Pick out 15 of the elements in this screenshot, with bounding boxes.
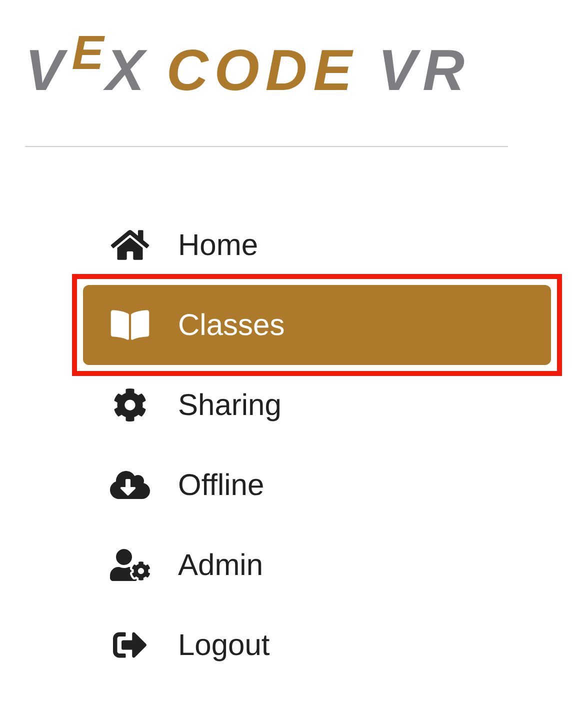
menu-item[interactable]: Home xyxy=(83,217,551,273)
book-icon xyxy=(110,308,150,342)
menu-item[interactable]: Admin xyxy=(83,537,551,593)
menu-item[interactable]: Offline xyxy=(83,457,551,513)
logo-text: E xyxy=(72,30,104,78)
logo-text: VR xyxy=(378,42,471,100)
user-gear-icon xyxy=(110,548,150,582)
logo-text: V xyxy=(25,42,70,100)
cloud-download-icon xyxy=(110,468,150,502)
menu-item[interactable]: Logout xyxy=(83,617,551,673)
logo-text: CODE xyxy=(166,42,358,100)
home-icon xyxy=(110,228,150,262)
menu-item[interactable]: Classes xyxy=(83,285,551,365)
logo-text: X xyxy=(106,42,150,100)
menu-item[interactable]: Sharing xyxy=(83,377,551,433)
